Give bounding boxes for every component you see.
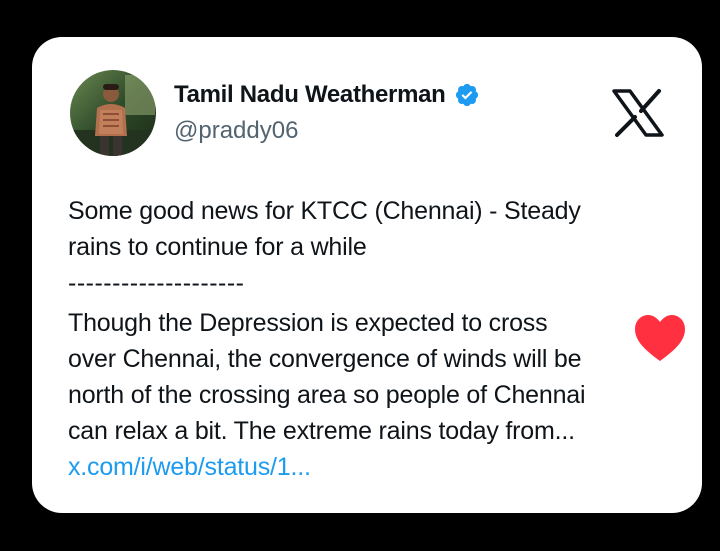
tweet-link[interactable]: x.com/i/web/status/1... xyxy=(68,449,668,485)
verified-badge-icon xyxy=(454,82,480,108)
tweet-text-line: can relax a bit. The extreme rains today… xyxy=(68,417,575,445)
tweet-divider: -------------------- xyxy=(68,269,245,297)
tweet-text-line: rains to continue for a while xyxy=(68,233,367,261)
avatar[interactable] xyxy=(70,70,156,156)
x-logo-icon[interactable] xyxy=(612,89,664,137)
author-row: Tamil Nadu Weatherman xyxy=(174,81,480,109)
tweet-card[interactable]: Tamil Nadu Weatherman @praddy06 Some goo… xyxy=(32,37,702,513)
avatar-photo xyxy=(70,70,156,156)
tweet-text-line: Though the Depression is expected to cro… xyxy=(68,309,548,337)
tweet-text-line: over Chennai, the convergence of winds w… xyxy=(68,345,582,373)
tweet-text-line: north of the crossing area so people of … xyxy=(68,381,586,409)
author-handle[interactable]: @praddy06 xyxy=(174,117,298,145)
comment-bubble-icon[interactable] xyxy=(634,445,690,499)
tweet-text-line: Some good news for KTCC (Chennai) - Stea… xyxy=(68,197,581,225)
heart-icon[interactable] xyxy=(633,313,687,363)
screen: Tamil Nadu Weatherman @praddy06 Some goo… xyxy=(0,0,720,551)
like-count: 0 xyxy=(663,388,673,407)
author-name[interactable]: Tamil Nadu Weatherman xyxy=(174,81,446,109)
